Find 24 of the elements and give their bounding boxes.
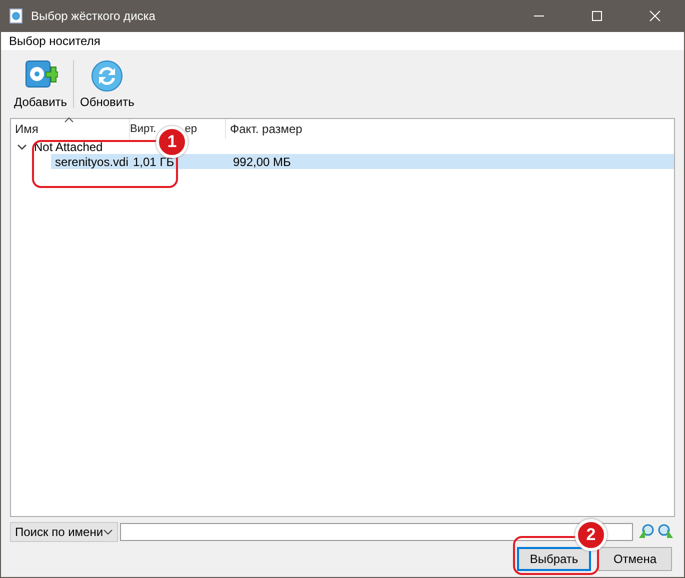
close-icon[interactable] xyxy=(649,10,661,22)
group-name: Not Attached xyxy=(34,140,103,154)
refresh-icon xyxy=(90,59,124,93)
search-forward-icon[interactable] xyxy=(657,523,675,541)
refresh-button[interactable]: Обновить xyxy=(76,57,138,111)
step-badge: 2 xyxy=(575,519,607,551)
menu-item[interactable]: Выбор носителя xyxy=(9,34,100,48)
table-cell-text: serenityos.vdi xyxy=(54,154,129,168)
maximize-icon[interactable] xyxy=(591,10,603,22)
disk-row[interactable]: serenityos.vdi 1,01 ГБ 992,00 МБ xyxy=(51,154,674,169)
search-back-icon[interactable] xyxy=(637,523,655,541)
column-header[interactable]: Вирт. xyxy=(130,119,156,139)
column-header[interactable]: Факт. размер xyxy=(226,119,674,139)
add-button[interactable]: Добавить xyxy=(10,57,72,111)
chevron-icon[interactable] xyxy=(17,142,27,150)
choose-button[interactable]: Выбрать xyxy=(517,547,591,571)
window-title: Выбор жёсткого диска xyxy=(31,9,156,23)
chevron-icon xyxy=(103,529,113,535)
table-cell-text: 992,00 МБ xyxy=(232,154,292,168)
search-mode-dropdown[interactable]: Поиск по имени xyxy=(10,522,118,542)
cancel-button[interactable]: Отмена xyxy=(598,547,672,571)
sort-icon xyxy=(64,117,74,123)
column-header[interactable]: Имя xyxy=(11,119,130,139)
search-field[interactable] xyxy=(120,523,633,541)
